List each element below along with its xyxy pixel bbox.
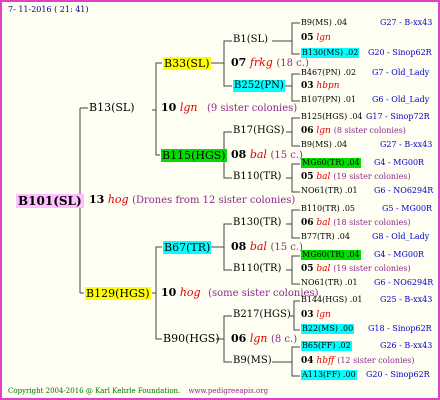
- date-stamp: 7- 11-2016 ( 21: 41): [8, 5, 89, 14]
- gen4-drone-info: 03 lgn: [301, 310, 331, 320]
- gen3-queen-d2: B9(MS): [233, 355, 272, 366]
- gen4-queen: NO61(TR) .01: [301, 278, 358, 287]
- gen4-queen: B125(HGS) .04: [301, 112, 363, 121]
- gen4-group: G4 - MG00R: [374, 158, 425, 167]
- gen4-group: G5 - MG00R: [382, 204, 433, 213]
- gen4-queen: MG60(TR) .04: [301, 250, 361, 260]
- gen3-drone-info-a: 07 frkg (18 c.): [231, 56, 309, 69]
- gen4-group: G17 - Sinop72R: [366, 112, 430, 121]
- gen4-group: G20 - Sinop62R: [368, 48, 432, 57]
- gen2-queen-b: B115(HGS): [161, 149, 227, 162]
- gen4-drone-info: 05 bal (19 sister colonies): [301, 264, 411, 274]
- gen4-group: G8 - Old_Lady: [372, 232, 430, 241]
- gen2-queen-a: B33(SL): [163, 57, 211, 70]
- gen4-drone-info: 05 lgn: [301, 33, 331, 43]
- gen2-drone-info-a: 10 lgn (9 sister colonies): [161, 101, 298, 114]
- gen4-queen: MG60(TR) .04: [301, 158, 361, 168]
- gen4-queen: B9(MS) .04: [301, 18, 348, 27]
- gen4-queen: B107(PN) .01: [301, 95, 357, 104]
- gen4-group: G26 - B-xx43: [380, 341, 433, 350]
- gen3-drone-info-d: 06 lgn (8 c.): [231, 332, 298, 345]
- gen3-drone-info-b: 08 bal (15 c.): [231, 148, 303, 161]
- footer-url: www.pedigreeapis.org: [188, 387, 269, 395]
- pedigree-chart: 7- 11-2016 ( 21: 41) B101(SL) B13(SL) 13…: [0, 0, 440, 400]
- gen3-queen-d1: B217(HGS): [233, 309, 291, 320]
- gen4-queen: B467(PN) .02: [301, 68, 357, 77]
- gen4-group: G6 - Old_Lady: [372, 95, 430, 104]
- gen4-drone-info: 04 hbff (12 sister colonies): [301, 356, 415, 366]
- gen4-queen: A113(FF) .00: [301, 370, 357, 380]
- gen4-group: G7 - Old_Lady: [372, 68, 430, 77]
- gen2-queen-d: B90(HGS): [163, 332, 220, 345]
- gen3-queen-a2: B252(PN): [233, 80, 285, 92]
- gen4-group: G27 - B-xx43: [380, 18, 433, 27]
- gen4-group: G18 - Sinop62R: [368, 324, 432, 333]
- footer-copyright: Copyright 2004-2016 @ Karl Kehrle Founda…: [8, 387, 181, 395]
- root-queen: B101(SL): [16, 194, 84, 208]
- gen3-queen-b1: B17(HGS): [233, 125, 285, 136]
- gen4-queen: B110(TR) .05: [301, 204, 356, 213]
- gen4-group: G25 - B-xx43: [380, 295, 433, 304]
- gen4-drone-info: 03 hbpn: [301, 81, 340, 91]
- gen4-queen: NO61(TR) .01: [301, 186, 358, 195]
- gen4-drone-info: 05 bal (19 sister colonies): [301, 172, 411, 182]
- gen4-group: G27 - B-xx43: [380, 140, 433, 149]
- gen1-drone-info: 13 hog (Drones from 12 sister colonies): [89, 193, 296, 206]
- gen4-queen: B65(FF) .02: [301, 341, 352, 351]
- gen4-queen: B9(MS) .04: [301, 140, 348, 149]
- gen1-sire-queen: B13(SL): [89, 101, 135, 114]
- gen3-queen-b2: B110(TR): [233, 171, 282, 182]
- gen2-queen-c: B67(TR): [163, 241, 212, 254]
- gen4-group: G4 - MG00R: [374, 250, 425, 259]
- gen1-dam-queen: B129(HGS): [85, 287, 151, 300]
- gen3-queen-a1: B1(SL): [233, 34, 269, 45]
- gen4-drone-info: 06 lgn (8 sister colonies): [301, 126, 406, 136]
- gen4-group: G20 - Sinop62R: [366, 370, 430, 379]
- gen4-queen: B130(MS) .02: [301, 48, 360, 58]
- footer: Copyright 2004-2016 @ Karl Kehrle Founda…: [8, 388, 268, 395]
- gen4-group: G6 - NO6294R: [374, 278, 434, 287]
- gen4-queen: B77(TR) .04: [301, 232, 350, 241]
- gen4-group: G6 - NO6294R: [374, 186, 434, 195]
- gen4-queen: B22(MS) .00: [301, 324, 355, 334]
- gen2-drone-info-c: 10 hog (some sister colonies): [161, 286, 319, 299]
- gen3-queen-c1: B130(TR): [233, 217, 282, 228]
- gen3-queen-c2: B110(TR): [233, 263, 282, 274]
- gen3-drone-info-c: 08 bal (15 c.): [231, 240, 303, 253]
- gen4-queen: B144(HGS) .01: [301, 295, 363, 304]
- gen4-drone-info: 06 bal (18 sister colonies): [301, 218, 411, 228]
